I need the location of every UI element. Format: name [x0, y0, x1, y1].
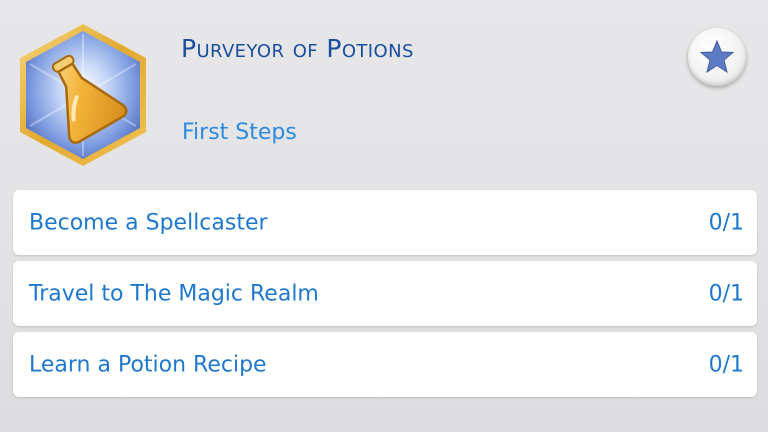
potion-bottle-icon: [20, 24, 146, 166]
objective-row[interactable]: Become a Spellcaster 0/1: [13, 190, 757, 255]
objective-label: Learn a Potion Recipe: [29, 352, 267, 377]
objective-row[interactable]: Travel to The Magic Realm 0/1: [13, 261, 757, 326]
objective-label: Travel to The Magic Realm: [29, 281, 319, 306]
aspiration-title: Purveyor of Potions: [181, 34, 414, 63]
star-icon: [699, 39, 735, 74]
objective-label: Become a Spellcaster: [29, 210, 268, 235]
objective-list: Become a Spellcaster 0/1 Travel to The M…: [13, 190, 757, 403]
aspiration-panel: Purveyor of Potions First Steps Become a…: [0, 0, 768, 432]
objective-progress: 0/1: [708, 210, 744, 235]
aspiration-badge: [8, 20, 158, 170]
objective-progress: 0/1: [708, 281, 744, 306]
objective-progress: 0/1: [708, 352, 744, 377]
milestone-title: First Steps: [182, 120, 297, 145]
favorite-button[interactable]: [688, 28, 746, 86]
objective-row[interactable]: Learn a Potion Recipe 0/1: [13, 332, 757, 397]
